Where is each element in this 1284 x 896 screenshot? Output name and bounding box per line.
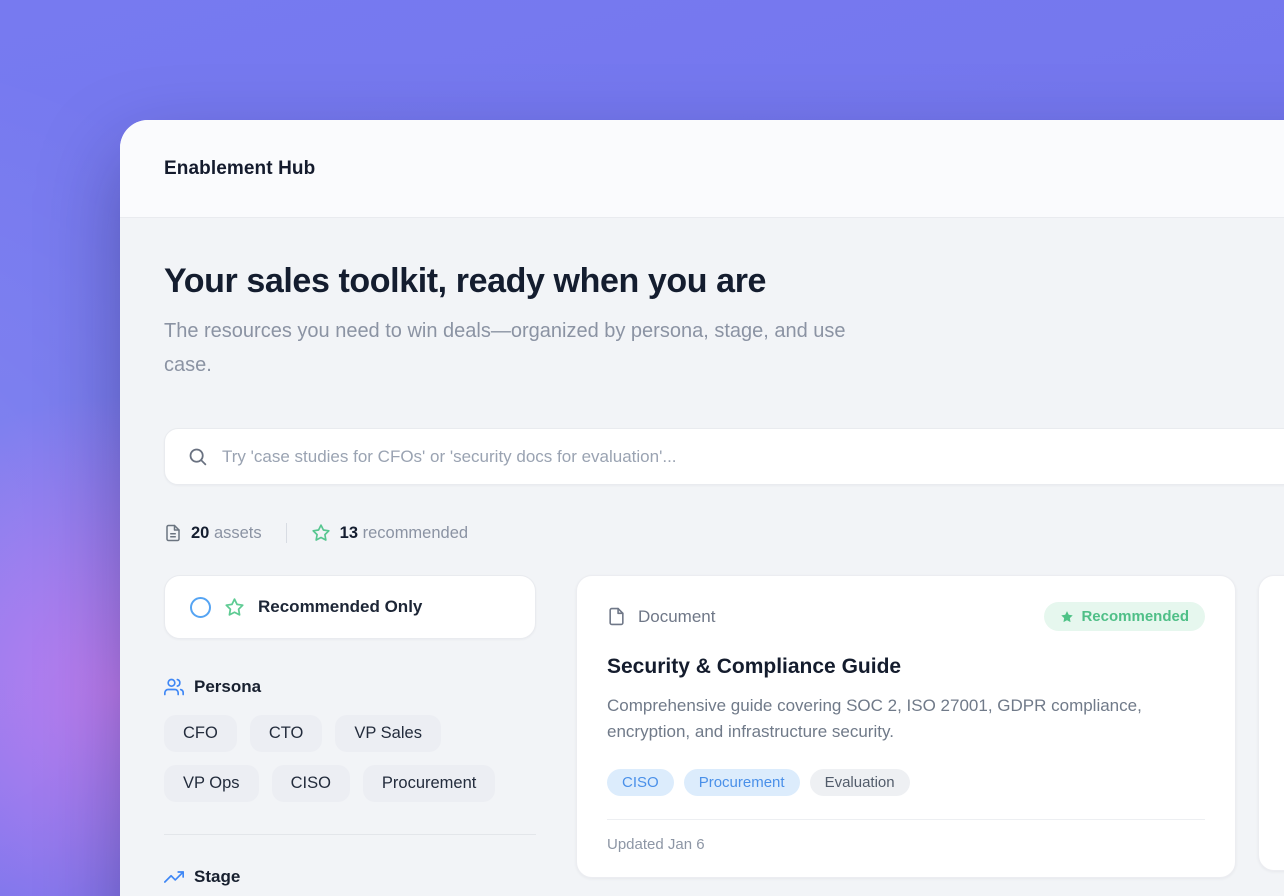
asset-updated-date: Updated Jan 6 (607, 836, 1205, 853)
window-header: Enablement Hub (120, 120, 1284, 218)
trending-up-icon (164, 867, 184, 887)
filters-sidebar: Recommended Only Persona CFO CTO VP Sale… (164, 575, 536, 887)
sidebar-divider (164, 834, 536, 835)
recommended-stat: 13 recommended (311, 523, 468, 543)
persona-section-label: Persona (194, 677, 261, 697)
recommended-count: 13 (340, 524, 358, 542)
star-filled-icon (1060, 610, 1074, 624)
recommended-badge-label: Recommended (1081, 608, 1189, 625)
asset-tags: CISO Procurement Evaluation (607, 769, 1205, 796)
asset-cards-row: Document Recommended Security & Complian… (576, 575, 1284, 878)
tag-ciso[interactable]: CISO (607, 769, 674, 796)
persona-chip-cfo[interactable]: CFO (164, 715, 237, 752)
content-area: Recommended Only Persona CFO CTO VP Sale… (164, 575, 1284, 887)
assets-label: assets (214, 524, 262, 542)
tag-evaluation[interactable]: Evaluation (810, 769, 910, 796)
recommended-only-label: Recommended Only (258, 597, 422, 617)
asset-description: Comprehensive guide covering SOC 2, ISO … (607, 693, 1205, 745)
search-input[interactable] (222, 447, 1284, 467)
app-title: Enablement Hub (164, 158, 315, 180)
desktop-background: Enablement Hub Your sales toolkit, ready… (0, 0, 1284, 896)
recommended-only-toggle[interactable]: Recommended Only (164, 575, 536, 639)
persona-chip-vp-ops[interactable]: VP Ops (164, 765, 259, 802)
users-icon (164, 677, 184, 697)
asset-type-label: Document (638, 607, 715, 627)
persona-chip-vp-sales[interactable]: VP Sales (335, 715, 441, 752)
stats-divider (286, 523, 287, 543)
search-bar[interactable] (164, 428, 1284, 485)
asset-card-security-compliance-guide[interactable]: Document Recommended Security & Complian… (576, 575, 1236, 878)
persona-chip-procurement[interactable]: Procurement (363, 765, 495, 802)
recommended-only-radio[interactable] (190, 597, 211, 618)
star-outline-icon (224, 597, 245, 618)
star-outline-icon (311, 523, 331, 543)
enablement-hub-window: Enablement Hub Your sales toolkit, ready… (120, 120, 1284, 896)
persona-chip-cto[interactable]: CTO (250, 715, 323, 752)
assets-count: 20 (191, 524, 209, 542)
page-subtitle: The resources you need to win deals—orga… (164, 314, 884, 382)
asset-card-divider (607, 819, 1205, 820)
persona-chips: CFO CTO VP Sales VP Ops CISO Procurement (164, 715, 536, 802)
tag-procurement[interactable]: Procurement (684, 769, 800, 796)
recommended-label: recommended (363, 524, 468, 542)
search-icon (187, 446, 208, 467)
recommended-badge: Recommended (1044, 602, 1205, 631)
stage-section-label: Stage (194, 867, 240, 887)
asset-card-partial[interactable] (1258, 575, 1284, 871)
window-body: Your sales toolkit, ready when you are T… (120, 218, 1284, 887)
asset-title: Security & Compliance Guide (607, 655, 1205, 679)
persona-section-header: Persona (164, 677, 536, 697)
page-title: Your sales toolkit, ready when you are (164, 260, 1284, 302)
stats-row: 20 assets 13 recommended (164, 523, 1284, 543)
stage-section-header: Stage (164, 867, 536, 887)
document-icon (607, 606, 626, 627)
assets-stat: 20 assets (164, 524, 262, 543)
persona-chip-ciso[interactable]: CISO (272, 765, 350, 802)
file-text-icon (164, 524, 182, 542)
asset-card-header: Document Recommended (607, 602, 1205, 631)
